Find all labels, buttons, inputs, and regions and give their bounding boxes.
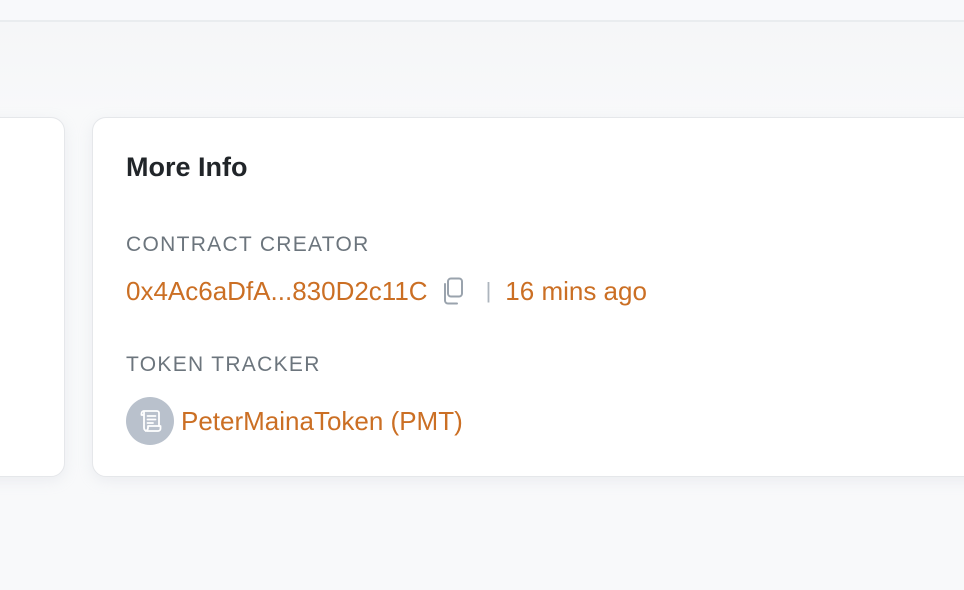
token-tracker-label: TOKEN TRACKER — [126, 353, 321, 376]
more-info-card: More Info CONTRACT CREATOR 0x4Ac6aDfA...… — [92, 117, 964, 477]
copy-icon[interactable] — [440, 276, 466, 306]
token-tracker-row: PeterMainaToken (PMT) — [126, 397, 463, 445]
page-header-band — [0, 22, 964, 117]
creation-tx-time-link[interactable]: 16 mins ago — [505, 276, 647, 307]
creator-address-link[interactable]: 0x4Ac6aDfA...830D2c11C — [126, 276, 428, 307]
token-name-link[interactable]: PeterMainaToken (PMT) — [181, 406, 463, 437]
overview-card — [0, 117, 65, 477]
separator: | — [485, 278, 492, 303]
top-navbar — [0, 0, 964, 22]
more-info-title: More Info — [126, 152, 248, 182]
contract-creator-row: 0x4Ac6aDfA...830D2c11C | 16 mins ago — [126, 271, 647, 311]
contract-creator-label: CONTRACT CREATOR — [126, 233, 370, 256]
scroll-icon — [126, 397, 174, 445]
